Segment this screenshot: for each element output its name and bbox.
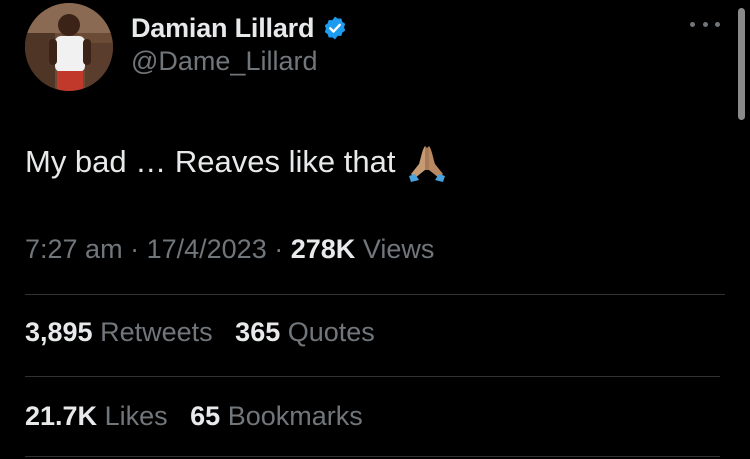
verified-badge-icon: [322, 15, 348, 41]
avatar[interactable]: [25, 3, 113, 91]
likes-stat[interactable]: 21.7K Likes: [25, 401, 168, 432]
likes-count: 21.7K: [25, 401, 98, 431]
quotes-count: 365: [235, 317, 281, 347]
tweet-time[interactable]: 7:27 am: [25, 234, 123, 264]
views-count: 278K: [290, 234, 356, 264]
retweets-count: 3,895: [25, 317, 93, 347]
engagement-stats-bottom: 21.7K Likes 65 Bookmarks: [25, 401, 363, 432]
scrollbar[interactable]: [738, 8, 745, 120]
tweet-meta: 7:27 am · 17/4/2023 · 278K Views: [25, 234, 434, 265]
likes-label: Likes: [104, 401, 168, 431]
divider: [25, 294, 725, 295]
bookmarks-stat[interactable]: 65 Bookmarks: [190, 401, 363, 432]
tweet-date[interactable]: 17/4/2023: [147, 234, 267, 264]
engagement-stats-top: 3,895 Retweets 365 Quotes: [25, 317, 375, 348]
folded-hands-icon: [405, 140, 449, 184]
author-handle[interactable]: @Dame_Lillard: [131, 46, 317, 77]
meta-separator: ·: [130, 234, 140, 264]
quotes-stat[interactable]: 365 Quotes: [235, 317, 375, 348]
bookmarks-label: Bookmarks: [227, 401, 363, 431]
more-options-icon[interactable]: [690, 14, 720, 34]
quotes-label: Quotes: [287, 317, 375, 347]
retweets-label: Retweets: [100, 317, 213, 347]
divider: [25, 456, 720, 457]
meta-separator: ·: [274, 234, 284, 264]
divider: [25, 376, 720, 377]
tweet-text: My bad … Reaves like that: [25, 144, 396, 179]
tweet-text-container: My bad … Reaves like that: [25, 140, 449, 184]
author-display-name[interactable]: Damian Lillard: [131, 13, 314, 44]
retweets-stat[interactable]: 3,895 Retweets: [25, 317, 213, 348]
views-label: Views: [362, 234, 435, 264]
bookmarks-count: 65: [190, 401, 221, 431]
